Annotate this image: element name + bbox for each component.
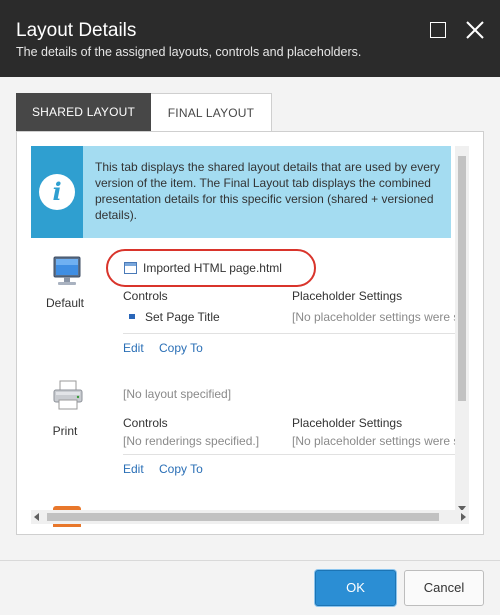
placeholder-settings-value: [No placeholder settings were specified.… — [292, 310, 469, 324]
device-label-print: Print — [52, 424, 78, 438]
scroll-left-arrow-icon[interactable] — [34, 513, 39, 521]
horizontal-scrollbar[interactable] — [31, 510, 469, 524]
controls-header: Controls — [123, 289, 168, 303]
divider — [123, 333, 469, 334]
info-icon-box: i — [31, 146, 83, 238]
tab-shared-layout[interactable]: SHARED LAYOUT — [16, 93, 151, 131]
dialog-title: Layout Details — [16, 20, 137, 41]
device-label-default: Default — [45, 296, 85, 310]
copy-to-link-default[interactable]: Copy To — [159, 341, 203, 355]
dialog-footer: OK Cancel — [0, 560, 500, 615]
rendering-icon — [129, 314, 135, 319]
maximize-icon[interactable] — [430, 22, 446, 38]
highlight-annotation — [106, 249, 316, 287]
dialog-header: Layout Details The details of the assign… — [0, 0, 500, 77]
info-text: This tab displays the shared layout deta… — [95, 160, 440, 222]
monitor-icon — [53, 256, 81, 285]
info-icon: i — [39, 174, 75, 210]
ok-button[interactable]: OK — [315, 570, 396, 606]
layout-name-print: [No layout specified] — [123, 387, 232, 401]
scroll-right-arrow-icon[interactable] — [461, 513, 466, 521]
layout-details-content: i This tab displays the shared layout de… — [31, 146, 469, 527]
close-icon[interactable] — [464, 19, 486, 41]
dialog-subtitle: The details of the assigned layouts, con… — [16, 45, 362, 59]
placeholder-settings-header: Placeholder Settings — [292, 416, 403, 430]
tab-panel: i This tab displays the shared layout de… — [16, 131, 484, 535]
renderings-value-print: [No renderings specified.] — [123, 434, 260, 448]
tab-final-layout[interactable]: FINAL LAYOUT — [151, 93, 272, 131]
edit-link-print[interactable]: Edit — [123, 462, 144, 476]
horizontal-scrollbar-thumb[interactable] — [47, 513, 439, 521]
printer-icon — [53, 380, 83, 410]
rendering-set-page-title: Set Page Title — [145, 310, 220, 324]
divider — [123, 454, 469, 455]
info-banner: i This tab displays the shared layout de… — [31, 146, 451, 238]
vertical-scrollbar-thumb[interactable] — [458, 156, 466, 401]
vertical-scrollbar[interactable] — [455, 146, 469, 513]
edit-link-default[interactable]: Edit — [123, 341, 144, 355]
copy-to-link-print[interactable]: Copy To — [159, 462, 203, 476]
placeholder-settings-value: [No placeholder settings were specified.… — [292, 434, 469, 448]
placeholder-settings-header: Placeholder Settings — [292, 289, 403, 303]
cancel-button[interactable]: Cancel — [404, 570, 484, 606]
controls-header: Controls — [123, 416, 168, 430]
